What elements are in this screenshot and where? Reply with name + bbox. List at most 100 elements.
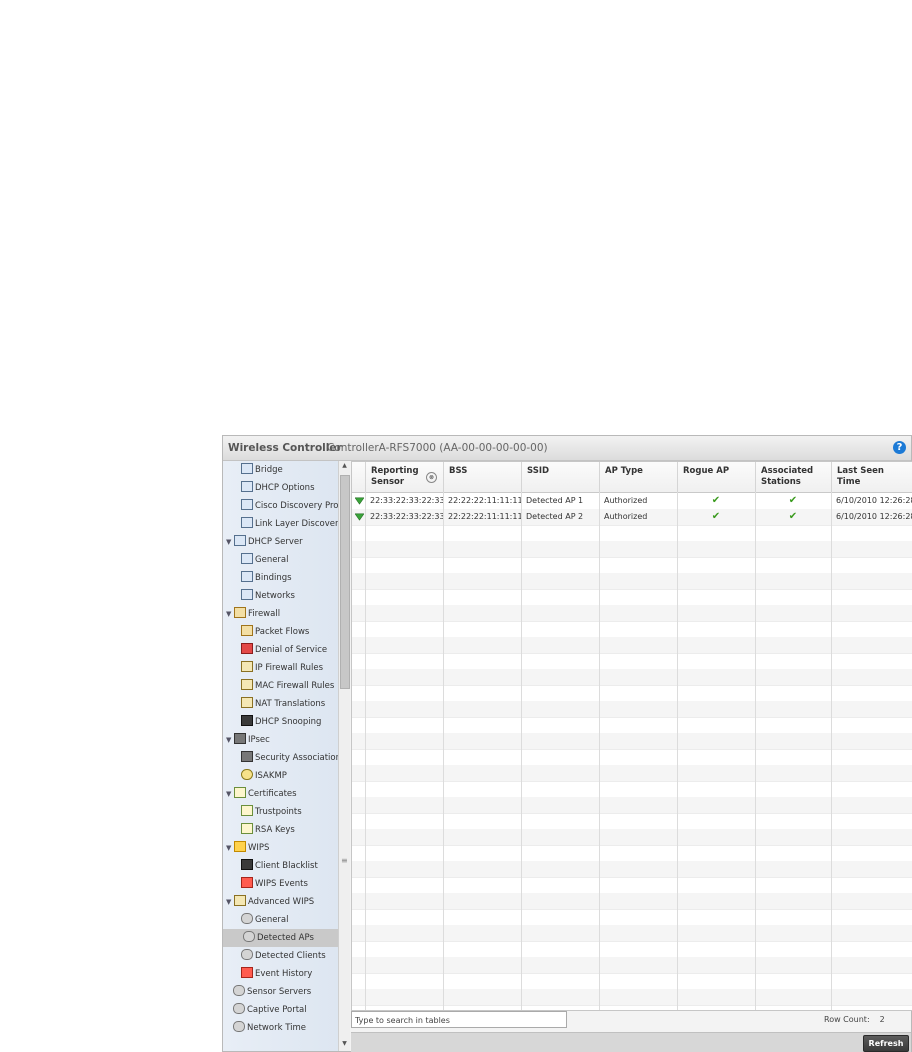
tree-item[interactable]: WIPS Events [241,875,308,893]
tree-item[interactable]: Packet Flows [241,623,309,641]
tree-item-label: Link Layer Discovery [255,519,339,529]
ap-icon [243,931,255,942]
denial-icon [241,643,253,654]
tree-item-label: WIPS [248,843,270,853]
tree-item[interactable]: Denial of Service [241,641,327,659]
navigation-tree: Bridge DHCP Options Cisco Discovery Prot Li… [223,461,339,1051]
tree-item[interactable]: Bridge [241,461,283,479]
tree-item[interactable]: Captive Portal [233,1001,307,1019]
table-row[interactable]: 22:33:22:33:22:33 22:22:22:11:11:11 Detect… [352,509,912,526]
flag-icon [241,877,253,888]
table-row [352,845,912,862]
tree-item[interactable]: ▼ Certificates [226,785,297,803]
tree-item[interactable]: Security Associations [241,749,338,767]
table-row [352,781,912,798]
tree-item[interactable]: DHCP Snooping [241,713,321,731]
cell-assoc: ✔ [788,495,798,506]
tree-item[interactable]: Trustpoints [241,803,302,821]
tree-item[interactable]: Bindings [241,569,292,587]
app-title: Wireless Controller [228,442,342,454]
tree-item[interactable]: RSA Keys [241,821,295,839]
column-header-last-seen-time[interactable]: Last Seen Time [831,462,912,492]
title-bar: Wireless Controller ControllerA-RFS7000 … [223,436,911,461]
tree-item[interactable]: Detected APs [223,929,338,947]
tree-item-label: Detected APs [257,933,314,943]
tree-item-label: Bindings [255,573,292,583]
table-row [352,797,912,814]
expand-toggle-icon[interactable]: ▼ [226,533,234,551]
tree-item[interactable]: ▼ WIPS [226,839,269,857]
tree-item[interactable]: ▼ Advanced WIPS [226,893,314,911]
column-divider [831,492,832,1010]
column-header-ssid[interactable]: SSID [521,462,599,492]
tree-item-label: Advanced WIPS [248,897,315,907]
help-icon[interactable]: ? [893,441,906,454]
scroll-down-arrow-icon[interactable]: ▼ [340,1040,349,1050]
tree-item-label: Certificates [248,789,297,799]
column-header-associated-stations[interactable]: Associated Stations [755,462,831,492]
tree-item[interactable]: ▼ DHCP Server [226,533,303,551]
cell-ssid: Detected AP 2 [526,512,584,521]
tree-item[interactable]: ▼ IPsec [226,731,270,749]
scroll-up-arrow-icon[interactable]: ▲ [340,462,349,472]
expand-toggle-icon[interactable]: ▼ [226,893,234,911]
expand-toggle-icon[interactable]: ▼ [226,839,234,857]
tree-item[interactable]: Link Layer Discovery [241,515,339,533]
sensor-icon [233,985,245,996]
tree-scrollbar[interactable]: ▲ ≡ ▼ [338,461,350,1051]
table-header: Reporting Sensor ⊗ BSS SSID AP Type Rogu… [352,462,912,493]
row-count-label: Row Count: [824,1015,870,1024]
network-icon [241,589,253,600]
warning-icon [234,841,246,852]
sort-icon[interactable]: ⊗ [426,472,437,483]
tree-item[interactable]: Cisco Discovery Prot [241,497,338,515]
tree-item[interactable]: Client Blacklist [241,857,318,875]
certificate-icon [241,823,253,834]
refresh-button[interactable]: Refresh [863,1035,909,1052]
network-icon [241,481,253,492]
tree-item[interactable]: MAC Firewall Rules [241,677,334,695]
cell-sensor: 22:33:22:33:22:33 [370,512,443,521]
tree-item[interactable]: Network Time [233,1019,306,1037]
header-indicator-column [352,462,365,492]
tree-item[interactable]: NAT Translations [241,695,325,713]
column-divider [521,492,522,1010]
tree-item[interactable]: Sensor Servers [233,983,311,1001]
column-header-rogue-ap[interactable]: Rogue AP [677,462,755,492]
tree-item[interactable]: General [241,911,289,929]
tree-item[interactable]: Event History [241,965,312,983]
tree-item-label: Networks [255,591,295,601]
cell-ssid: Detected AP 1 [526,496,584,505]
tree-item-label: Client Blacklist [255,861,318,871]
scroll-thumb[interactable] [340,475,350,689]
tree-item[interactable]: IP Firewall Rules [241,659,323,677]
status-arrow-icon [355,497,364,505]
tree-item[interactable]: DHCP Options [241,479,315,497]
tree-item[interactable]: Detected Clients [241,947,326,965]
tree-item-label: Packet Flows [255,627,310,637]
table-row[interactable]: 22:33:22:33:22:33 22:22:22:11:11:11 Detect… [352,493,912,510]
cell-rogue: ✔ [711,511,721,522]
nat-icon [241,697,253,708]
certificate-icon [241,805,253,816]
tree-item-label: Denial of Service [255,645,328,655]
network-icon [241,517,253,528]
tree-item[interactable]: ▼ Firewall [226,605,280,623]
network-icon [241,571,253,582]
app-window: Wireless Controller ControllerA-RFS7000 … [222,435,912,1052]
table-row [352,541,912,558]
column-divider [599,492,600,1010]
tree-item[interactable]: Networks [241,587,295,605]
cell-sensor: 22:33:22:33:22:33 [370,496,443,505]
tree-item[interactable]: General [241,551,289,569]
expand-toggle-icon[interactable]: ▼ [226,785,234,803]
tree-item[interactable]: ISAKMP [241,767,287,785]
column-header-bss[interactable]: BSS [443,462,521,492]
row-count: Row Count: 2 [824,1015,885,1024]
table-search-input[interactable]: Type to search in tables [351,1011,567,1028]
expand-toggle-icon[interactable]: ▼ [226,731,234,749]
column-header-ap-type[interactable]: AP Type [599,462,677,492]
column-header-reporting-sensor[interactable]: Reporting Sensor ⊗ [365,462,443,492]
expand-toggle-icon[interactable]: ▼ [226,605,234,623]
table-row [352,637,912,654]
